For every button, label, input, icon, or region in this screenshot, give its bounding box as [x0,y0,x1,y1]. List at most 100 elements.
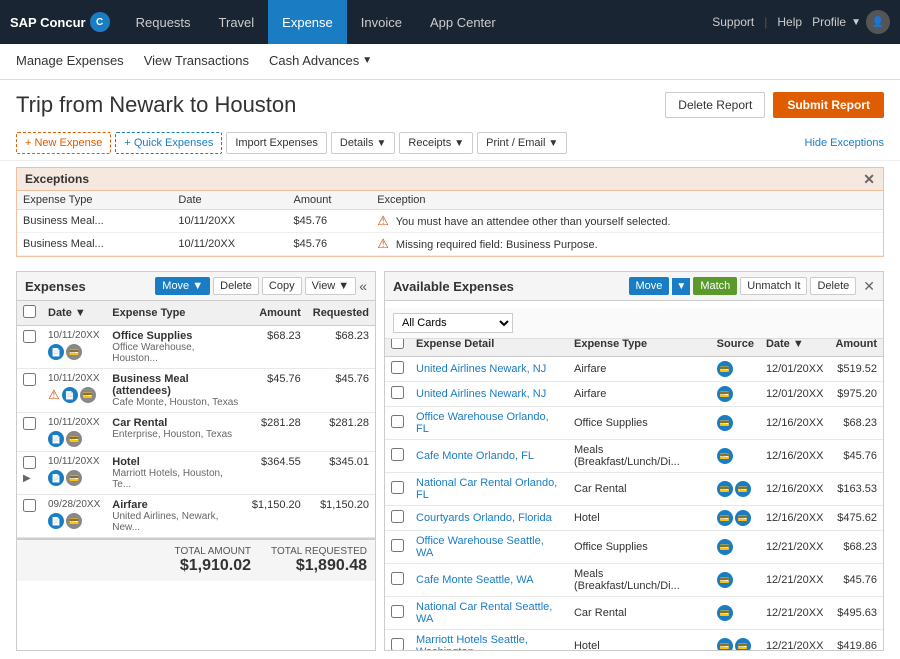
move-dropdown-icon[interactable]: ▼ [672,278,690,295]
quick-expenses-button[interactable]: + Quick Expenses [115,132,222,154]
nav-invoice[interactable]: Invoice [347,0,416,44]
avail-row-detail[interactable]: Marriott Hotels Seattle, Washington [410,630,568,652]
avail-row-date: 12/01/20XX [760,382,830,407]
match-button[interactable]: Match [693,277,737,295]
page-title: Trip from Newark to Houston [16,92,296,118]
receipt-icon[interactable]: 📄 [48,344,64,360]
avail-row-detail[interactable]: Cafe Monte Seattle, WA [410,564,568,597]
expense-checkbox[interactable] [23,373,36,386]
nav-travel[interactable]: Travel [205,0,269,44]
profile-area[interactable]: Profile ▼ 👤 [812,10,890,34]
delete-report-button[interactable]: Delete Report [665,92,765,118]
available-close-button[interactable]: ✕ [863,279,875,293]
exceptions-close-button[interactable]: ✕ [863,172,875,186]
available-checkbox[interactable] [391,539,404,552]
expenses-panel-title: Expenses [25,279,86,294]
avail-row-check [385,506,410,531]
nav-requests[interactable]: Requests [122,0,205,44]
card-icon: 💳 [717,448,733,464]
avail-row-detail[interactable]: Cafe Monte Orlando, FL [410,440,568,473]
expense-row: ▶ 10/11/20XX 📄💳 Hotel Marriott Hotels, H… [17,452,375,495]
available-checkbox[interactable] [391,361,404,374]
avail-row-detail[interactable]: Office Warehouse Orlando, FL [410,407,568,440]
receipt-icon[interactable]: 📄 [62,387,78,403]
help-link[interactable]: Help [777,15,802,29]
select-all-checkbox[interactable] [23,305,36,318]
receipt-icon[interactable]: 📄 [48,513,64,529]
avail-row-detail[interactable]: United Airlines Newark, NJ [410,357,568,382]
avail-row-detail[interactable]: United Airlines Newark, NJ [410,382,568,407]
nav-appcenter[interactable]: App Center [416,0,510,44]
hide-exceptions-link[interactable]: Hide Exceptions [805,137,885,149]
available-checkbox[interactable] [391,448,404,461]
support-link[interactable]: Support [712,15,754,29]
new-expense-button[interactable]: + New Expense [16,132,111,154]
avail-row-type: Airfare [568,357,711,382]
available-checkbox[interactable] [391,386,404,399]
sub-nav-transactions[interactable]: View Transactions [144,45,249,78]
avail-row-source: 💳 [711,357,760,382]
avail-row-check [385,531,410,564]
avail-row-check [385,473,410,506]
exp-row-type[interactable]: Hotel Marriott Hotels, Houston, Te... [106,452,246,495]
view-button[interactable]: View ▼ [305,277,357,295]
avail-row-detail[interactable]: National Car Rental Orlando, FL [410,473,568,506]
avail-row-check [385,407,410,440]
sap-logo[interactable]: SAP Concur C [10,12,110,32]
card-icon[interactable]: 💳 [66,344,82,360]
card-icon[interactable]: 💳 [66,431,82,447]
exp-row-requested: $68.23 [307,326,375,369]
available-checkbox[interactable] [391,572,404,585]
nav-expense[interactable]: Expense [268,0,347,44]
available-move-button[interactable]: Move [629,277,670,295]
exp-row-type[interactable]: Office Supplies Office Warehouse, Housto… [106,326,246,369]
expand-icon[interactable]: ▶ [23,473,31,484]
sub-nav-manage[interactable]: Manage Expenses [16,45,124,78]
collapse-icon[interactable]: « [359,278,367,294]
card-icon[interactable]: 💳 [66,513,82,529]
avail-row-source: 💳💳 [711,473,760,506]
exceptions-title: Exceptions [25,172,89,186]
receipts-chevron-icon: ▼ [454,138,464,149]
available-checkbox[interactable] [391,510,404,523]
submit-report-button[interactable]: Submit Report [773,92,884,118]
avail-row-detail[interactable]: National Car Rental Seattle, WA [410,597,568,630]
avail-row-detail[interactable]: Office Warehouse Seattle, WA [410,531,568,564]
avail-row-amount: $163.53 [829,473,883,506]
import-expenses-button[interactable]: Import Expenses [226,132,327,154]
exp-col-date[interactable]: Date ▼ [42,301,106,326]
receipt-icon[interactable]: 📄 [48,470,64,486]
available-checkbox[interactable] [391,605,404,618]
expense-checkbox[interactable] [23,330,36,343]
receipt-icon[interactable]: 📄 [48,431,64,447]
exp-row-type[interactable]: Car Rental Enterprise, Houston, Texas [106,413,246,452]
card-icon[interactable]: 💳 [80,387,96,403]
receipts-button[interactable]: Receipts ▼ [399,132,473,154]
available-delete-button[interactable]: Delete [810,277,856,295]
available-checkbox[interactable] [391,481,404,494]
avail-row-date: 12/21/20XX [760,630,830,652]
print-email-button[interactable]: Print / Email ▼ [477,132,567,154]
sub-nav-cash-advances[interactable]: Cash Advances ▼ [269,45,372,78]
avail-row-source: 💳 [711,407,760,440]
card1-icon: 💳 [717,638,733,651]
delete-expense-button[interactable]: Delete [213,277,259,295]
expense-checkbox[interactable] [23,456,36,469]
expense-checkbox[interactable] [23,417,36,430]
avail-row-detail[interactable]: Courtyards Orlando, Florida [410,506,568,531]
exp-row-date: 10/11/20XX 📄💳 [42,413,106,452]
exp-row-type[interactable]: Airfare United Airlines, Newark, New... [106,495,246,538]
avail-row-check [385,597,410,630]
details-button[interactable]: Details ▼ [331,132,396,154]
copy-button[interactable]: Copy [262,277,302,295]
available-checkbox[interactable] [391,415,404,428]
exp-row-amount: $45.76 [246,369,307,413]
toolbar-left: + New Expense + Quick Expenses Import Ex… [16,132,567,154]
card-icon[interactable]: 💳 [66,470,82,486]
available-checkbox[interactable] [391,638,404,651]
unmatch-button[interactable]: Unmatch It [740,277,807,295]
exp-row-type[interactable]: Business Meal (attendees) Cafe Monte, Ho… [106,369,246,413]
cash-advances-chevron-icon: ▼ [362,55,372,66]
move-button[interactable]: Move ▼ [155,277,210,295]
card-filter-select[interactable]: All Cards [393,313,513,333]
